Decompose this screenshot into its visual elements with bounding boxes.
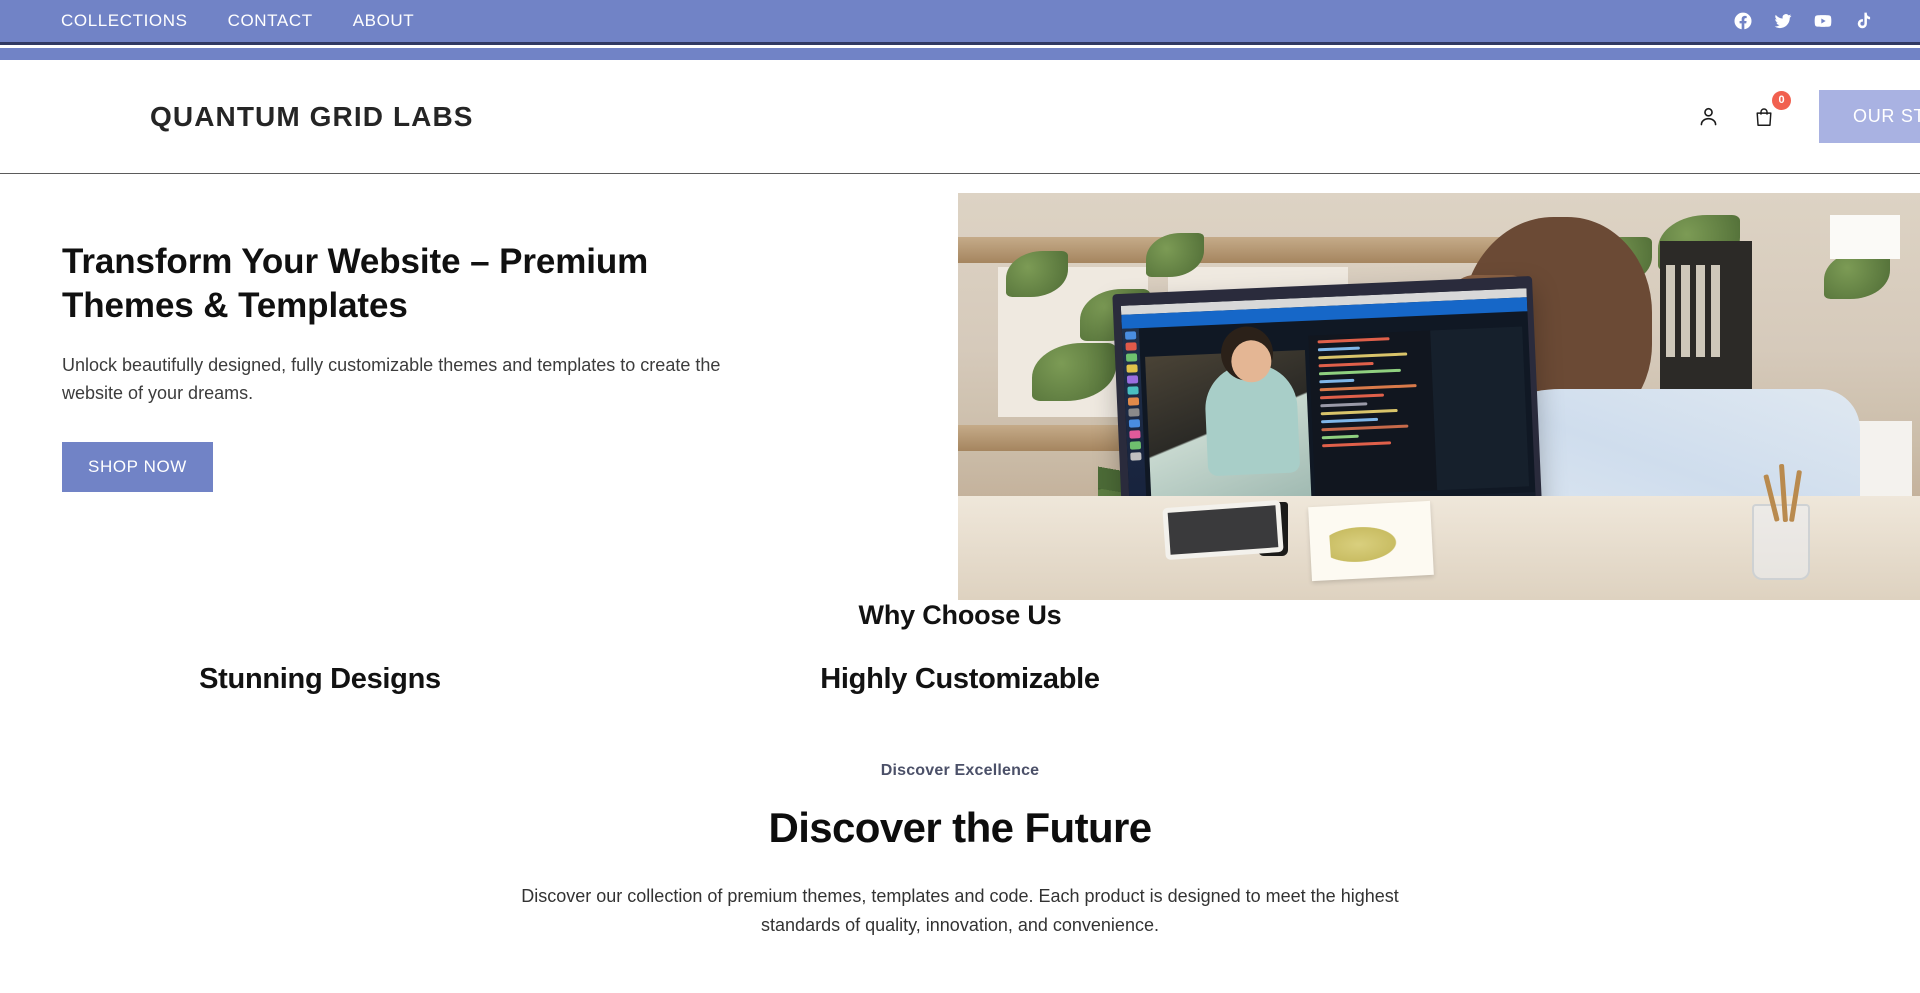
brand-logo[interactable]: QUANTUM GRID LABS (150, 101, 474, 133)
discover-eyebrow: Discover Excellence (880, 762, 1040, 779)
top-navigation: COLLECTIONS CONTACT ABOUT (41, 11, 434, 31)
tiktok-icon[interactable] (1853, 11, 1873, 31)
top-bar-accent-strip (0, 48, 1920, 60)
hero-copy: Transform Your Website – Premium Themes … (62, 240, 762, 492)
hero-section: Transform Your Website – Premium Themes … (0, 174, 1920, 600)
topbar-link-collections[interactable]: COLLECTIONS (41, 11, 208, 31)
hero-image (958, 193, 1920, 600)
why-item-label: Stunning Designs (199, 663, 441, 695)
why-choose-us-grid: Stunning Designs Highly Customizable (0, 663, 1920, 696)
hero-subtitle: Unlock beautifully designed, fully custo… (62, 355, 721, 404)
hero-title: Transform Your Website – Premium Themes … (62, 242, 649, 326)
why-choose-us-section: Why Choose Us Stunning Designs Highly Cu… (0, 600, 1920, 696)
our-store-button[interactable]: OUR STORE (1819, 90, 1920, 143)
why-item-2: Highly Customizable (640, 663, 1280, 696)
why-item-1: Stunning Designs (0, 663, 640, 696)
discover-section: Discover Excellence Discover the Future … (0, 762, 1920, 940)
why-choose-us-title: Why Choose Us (858, 600, 1062, 630)
social-links (1733, 11, 1873, 31)
header-actions: 0 OUR STORE (1691, 60, 1920, 173)
youtube-icon[interactable] (1813, 11, 1833, 31)
discover-title: Discover the Future (768, 804, 1152, 851)
top-utility-bar: COLLECTIONS CONTACT ABOUT (0, 0, 1920, 45)
site-header: QUANTUM GRID LABS 0 OUR STORE (0, 60, 1920, 174)
twitter-icon[interactable] (1773, 11, 1793, 31)
topbar-link-contact[interactable]: CONTACT (208, 11, 333, 31)
why-item-3 (1280, 663, 1920, 696)
shop-now-button[interactable]: SHOP NOW (62, 441, 213, 492)
topbar-link-about[interactable]: ABOUT (333, 11, 435, 31)
why-item-label: Highly Customizable (820, 663, 1100, 695)
page-root: COLLECTIONS CONTACT ABOUT QUANTUM GRID L… (0, 0, 1920, 993)
user-account-icon[interactable] (1691, 100, 1725, 134)
cart-count-badge: 0 (1772, 90, 1792, 110)
shopping-bag-icon[interactable]: 0 (1747, 90, 1792, 134)
facebook-icon[interactable] (1733, 11, 1753, 31)
discover-description: Discover our collection of premium theme… (521, 886, 1399, 936)
